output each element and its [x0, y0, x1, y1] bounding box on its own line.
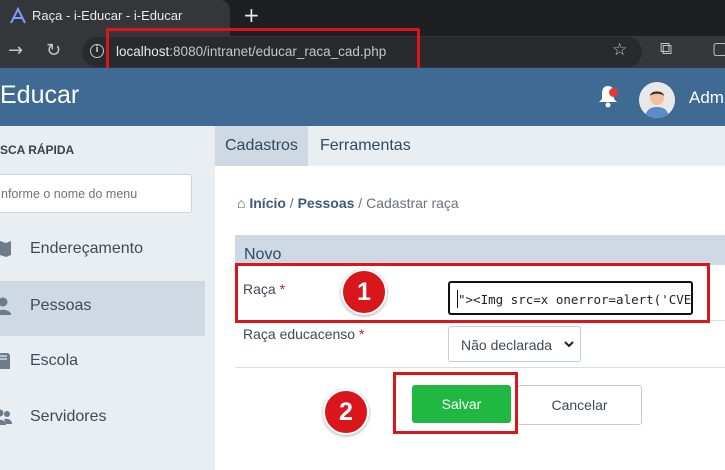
cancel-button[interactable]: Cancelar: [517, 385, 642, 425]
form-section-header: Novo: [235, 235, 725, 265]
menu-search-input[interactable]: nforme o nome do menu: [0, 174, 192, 213]
raca-educacenso-label: Raça educacenso *: [243, 326, 365, 342]
sidebar-item-label: Servidores: [30, 408, 107, 425]
sidebar-item-escola[interactable]: Escola: [0, 336, 205, 391]
sidebar-item-pessoas[interactable]: Pessoas: [0, 281, 205, 336]
section-title: Novo: [244, 246, 282, 263]
reload-icon[interactable]: ↻: [46, 40, 61, 61]
step-badge-1: 1: [341, 269, 387, 315]
content-tabs: Cadastros Ferramentas: [215, 126, 725, 166]
raca-highlight-box: [235, 263, 710, 323]
row-divider: [235, 367, 725, 368]
sidebar-item-label: Escola: [30, 352, 79, 369]
breadcrumb-home[interactable]: Início: [249, 195, 286, 211]
tab-cadastros[interactable]: Cadastros: [215, 126, 308, 166]
app-title[interactable]: Educar: [0, 81, 79, 110]
ieducar-logo-icon: [10, 6, 26, 24]
avatar[interactable]: [639, 82, 675, 118]
url-highlight-box: [106, 28, 420, 71]
extensions-icon[interactable]: ⧉: [660, 39, 672, 59]
breadcrumb: ⌂ Início / Pessoas / Cadastrar raça: [237, 195, 459, 211]
sidebar-item-servidores[interactable]: Servidores: [0, 392, 205, 447]
step-badge-2: 2: [323, 389, 369, 435]
breadcrumb-current: Cadastrar raça: [366, 195, 459, 211]
sidebar: SCA RÁPIDA nforme o nome do menu Endereç…: [0, 126, 215, 470]
user-name[interactable]: Adm: [689, 88, 724, 108]
menu-search-placeholder: nforme o nome do menu: [1, 187, 138, 201]
forward-icon[interactable]: →: [8, 40, 23, 61]
raca-educacenso-select[interactable]: Não declarada: [448, 326, 581, 362]
tab-ferramentas[interactable]: Ferramentas: [310, 126, 421, 166]
chevron-down-icon: [564, 341, 574, 348]
quick-search-label: SCA RÁPIDA: [0, 143, 75, 157]
avatar-person-icon: [639, 82, 675, 118]
tab-title: Raça - i-Educar - i-Educar: [32, 8, 183, 23]
users-icon: [0, 409, 12, 425]
browser-menu-icon[interactable]: ▢: [712, 39, 725, 59]
home-icon: ⌂: [237, 195, 246, 211]
save-highlight-box: [393, 372, 518, 434]
sidebar-item-label: Endereçamento: [30, 240, 143, 257]
sidebar-item-enderecamento[interactable]: Endereçamento: [0, 224, 205, 279]
bookmark-star-icon[interactable]: ☆: [612, 40, 627, 60]
app-header: Educar Adm: [0, 68, 725, 126]
new-tab-button[interactable]: +: [243, 3, 260, 27]
site-info-icon[interactable]: i: [90, 44, 104, 58]
sidebar-item-label: Pessoas: [30, 297, 92, 314]
breadcrumb-pessoas[interactable]: Pessoas: [298, 195, 355, 211]
select-value: Não declarada: [461, 337, 553, 353]
map-icon: [0, 241, 11, 257]
notification-dot: [609, 88, 618, 97]
book-icon: [0, 353, 10, 369]
user-icon: [0, 297, 11, 315]
